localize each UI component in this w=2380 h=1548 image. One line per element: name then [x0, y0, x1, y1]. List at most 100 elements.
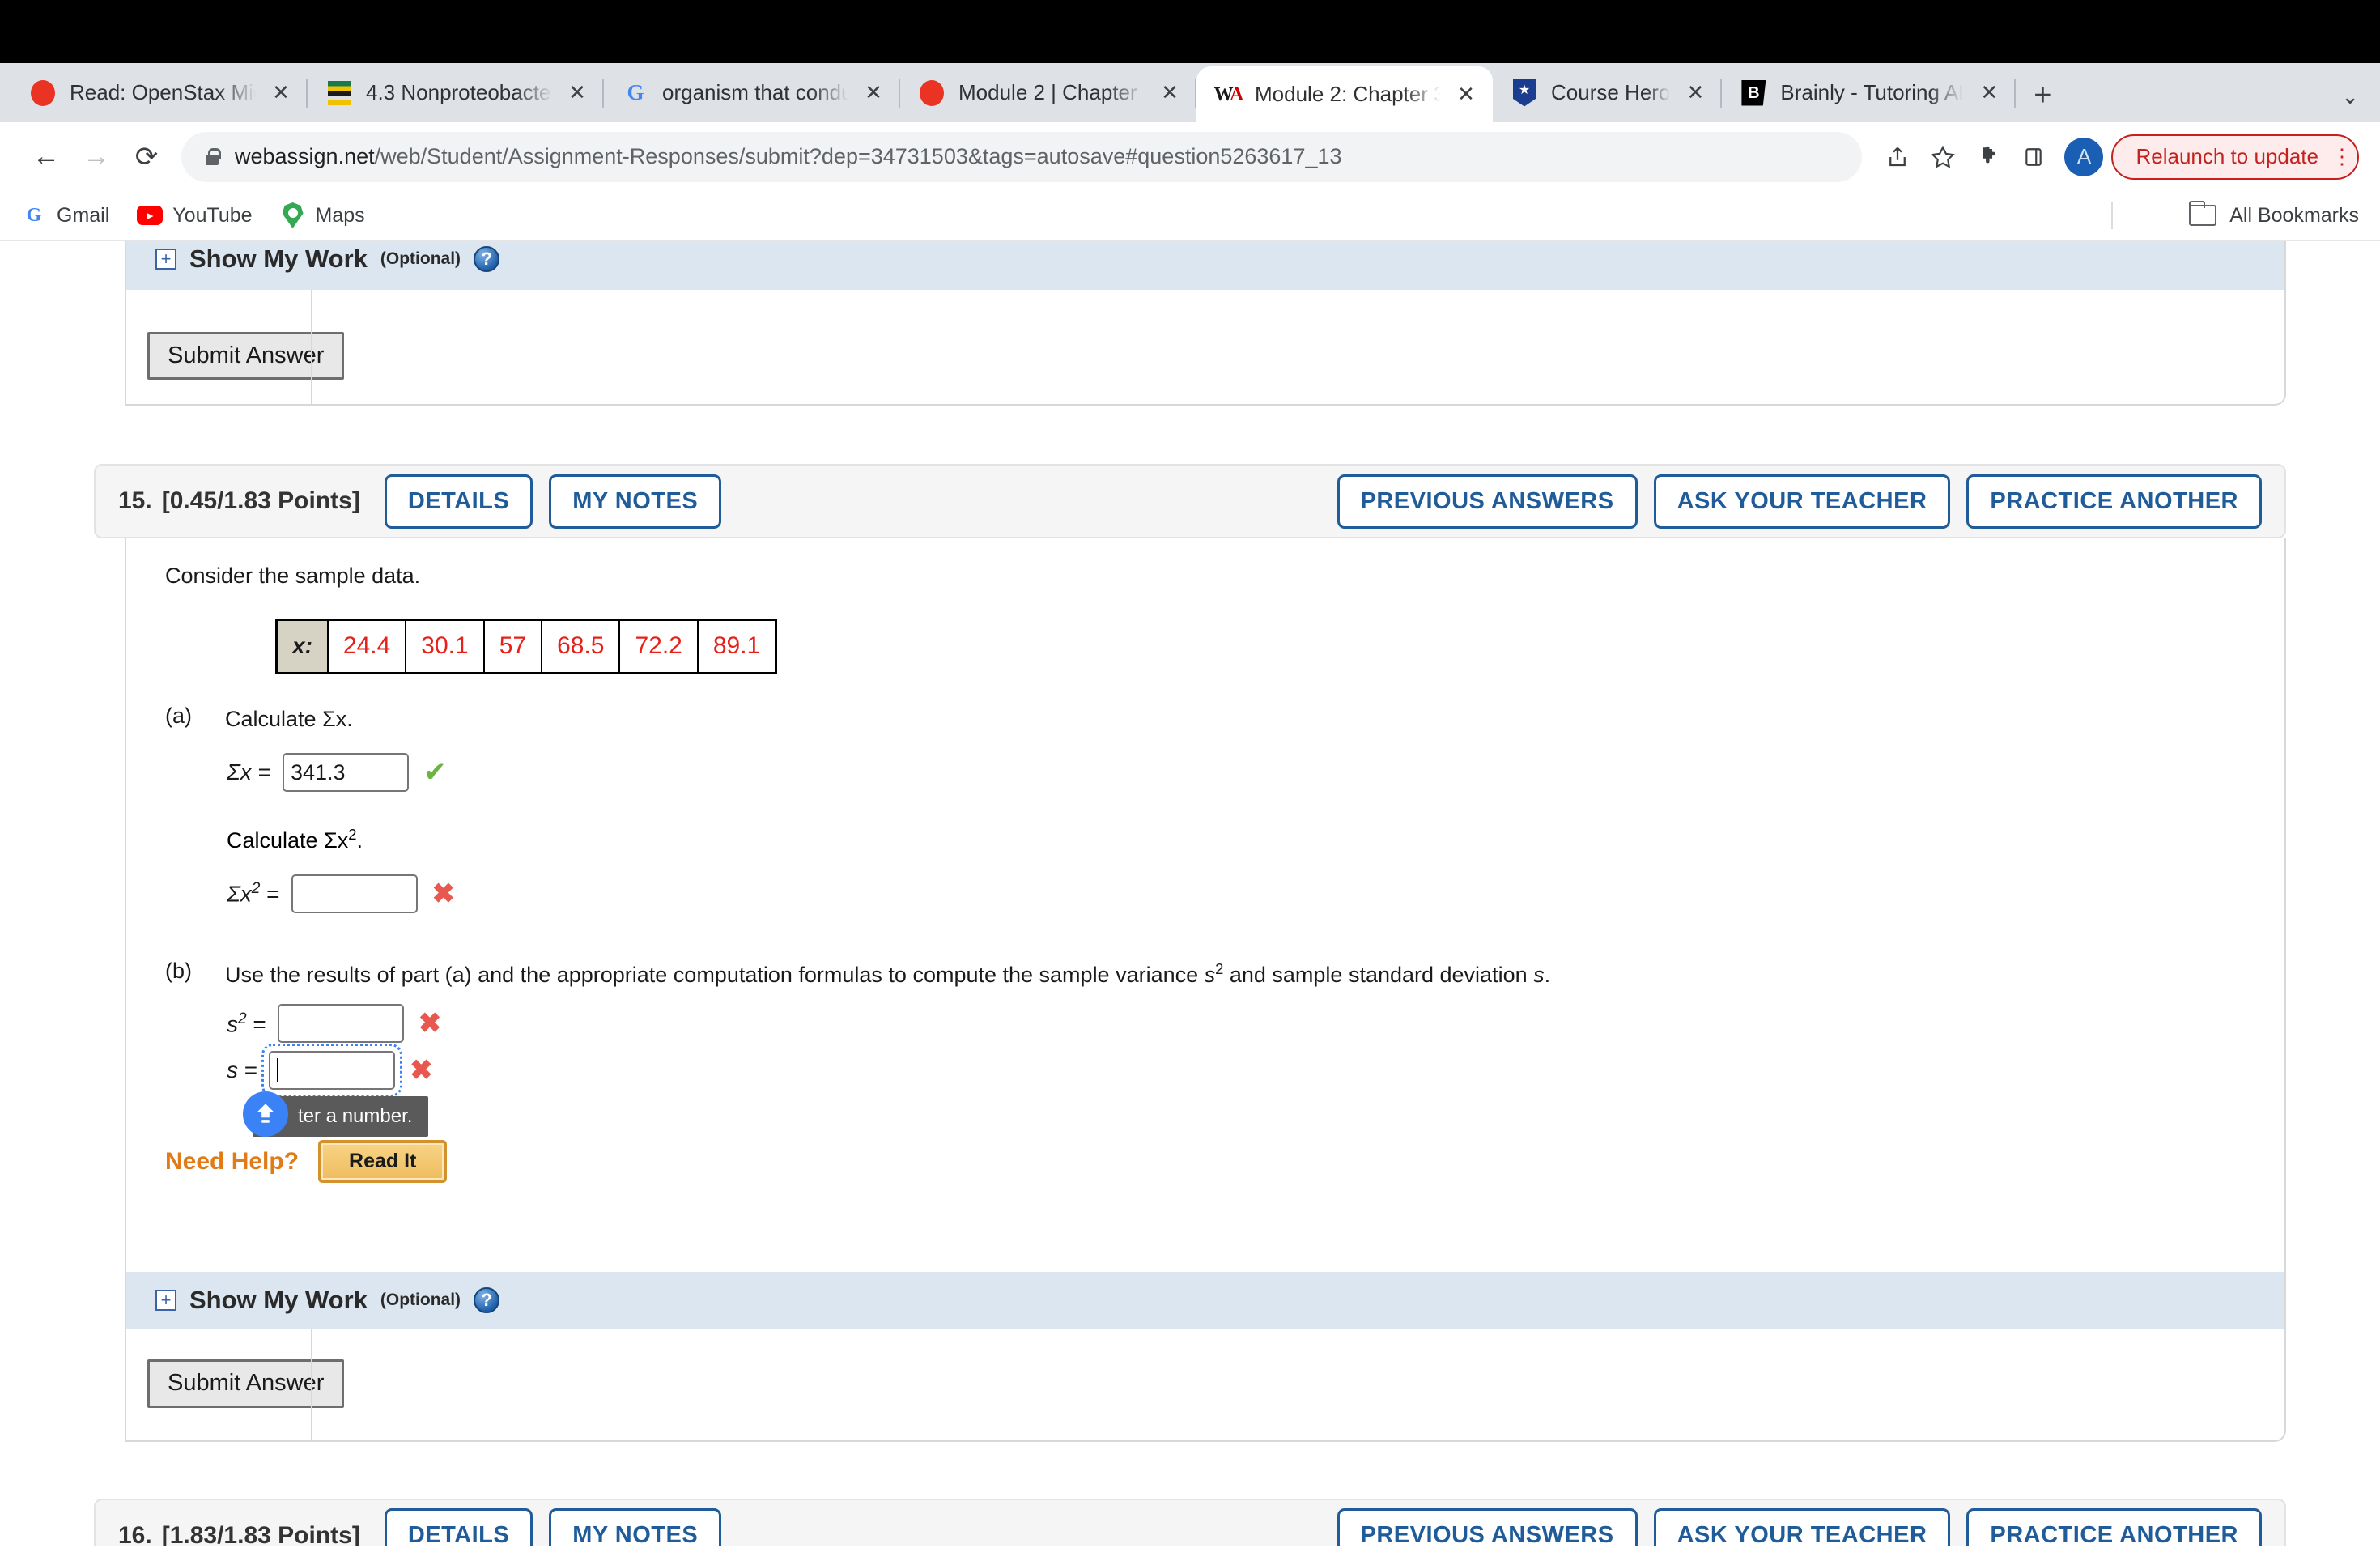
practice-another-button-15[interactable]: PRACTICE ANOTHER [1966, 474, 2262, 529]
sum-x-input[interactable]: 341.3 [282, 752, 409, 792]
openstax-icon [29, 79, 57, 107]
tab-title: Brainly - Tutoring AI [1780, 80, 1965, 104]
expand-icon[interactable]: + [155, 1290, 176, 1312]
tab-title: 4.3 Nonproteobacteria [366, 80, 552, 104]
help-icon[interactable]: ? [474, 1287, 500, 1314]
show-my-work-optional: (Optional) [380, 249, 461, 268]
my-notes-button-16[interactable]: MY NOTES [549, 1508, 722, 1546]
tab-brainly-tutoring-ai[interactable]: B Brainly - Tutoring AI ✕ [1722, 63, 2017, 122]
sum-x-squared-label: Σx2 = [227, 880, 280, 907]
superscript-2: 2 [348, 825, 357, 843]
submit-divider [311, 1329, 312, 1440]
practice-another-button-16[interactable]: PRACTICE ANOTHER [1966, 1508, 2262, 1546]
url-host: webassign.net [235, 144, 375, 168]
tab-separator [2014, 79, 2017, 108]
need-help-label: Need Help? [165, 1147, 300, 1175]
tab-module-2-chapter-3-p-active[interactable]: WA Module 2: Chapter 3 P ✕ [1196, 66, 1493, 122]
equals-sign: = [238, 1057, 258, 1083]
expand-icon[interactable]: + [155, 249, 176, 270]
close-icon[interactable]: ✕ [565, 80, 589, 105]
part-a-text-1: Calculate Σx. [225, 706, 353, 731]
close-icon[interactable]: ✕ [1158, 80, 1182, 105]
s-squared-input[interactable] [277, 1004, 404, 1044]
bookmark-youtube[interactable]: ► YouTube [137, 202, 253, 228]
superscript-2: 2 [238, 1010, 247, 1027]
ask-your-teacher-button-16[interactable]: ASK YOUR TEACHER [1653, 1508, 1951, 1546]
tab-read-openstax-micro[interactable]: Read: OpenStax Micro ✕ [11, 63, 308, 122]
part-a-letter: (a) [165, 703, 192, 728]
sample-data-table: x: 24.4 30.1 57 68.5 72.2 89.1 [275, 618, 778, 674]
share-icon[interactable] [1875, 134, 1920, 180]
bookmarks-bar: G Gmail ► YouTube Maps All Bookmarks [0, 191, 2380, 241]
text-cursor [277, 1058, 279, 1083]
details-button-16[interactable]: DETAILS [384, 1508, 533, 1546]
bookmark-label: YouTube [172, 203, 253, 227]
close-icon[interactable]: ✕ [269, 80, 293, 105]
equals-sign: = [246, 1010, 266, 1036]
question-15-part-b: (b) Use the results of part (a) and the … [165, 959, 2284, 991]
back-arrow-icon[interactable]: ← [21, 132, 71, 182]
sum-x-label: Σx = [227, 759, 271, 785]
table-cell: 30.1 [405, 619, 485, 674]
details-button-15[interactable]: DETAILS [384, 474, 533, 529]
show-my-work-bar-previous[interactable]: + Show My Work (Optional) ? [126, 241, 2284, 290]
bookmark-maps[interactable]: Maps [280, 202, 365, 228]
read-it-button[interactable]: Read It [318, 1140, 448, 1184]
google-icon: G [627, 80, 644, 104]
tab-list-chevron-down-icon[interactable]: ⌄ [2341, 84, 2359, 109]
tab-course-hero[interactable]: ★ Course Hero ✕ [1493, 63, 1723, 122]
address-bar[interactable]: webassign.net/web/Student/Assignment-Res… [181, 131, 1863, 182]
ask-your-teacher-button-15[interactable]: ASK YOUR TEACHER [1653, 474, 1951, 529]
submit-answer-button-previous[interactable]: Submit Answer [147, 332, 345, 381]
all-bookmarks-button[interactable]: All Bookmarks [2189, 201, 2359, 228]
s-label: s = [227, 1057, 257, 1083]
s-squared-label: s2 = [227, 1010, 266, 1037]
tab-module-2-chapter-3[interactable]: Module 2 | Chapter 3 ✕ [900, 63, 1196, 122]
question-15-right-actions: PREVIOUS ANSWERS ASK YOUR TEACHER PRACTI… [1321, 474, 2262, 529]
question-number-label: 16. [118, 1521, 152, 1546]
browser-window: Read: OpenStax Micro ✕ 4.3 Nonproteobact… [0, 0, 2380, 1548]
side-panel-icon[interactable] [2011, 134, 2056, 180]
s-input[interactable] [261, 1044, 403, 1098]
avatar[interactable]: A [2064, 137, 2104, 176]
part-b-letter: (b) [165, 959, 192, 984]
table-cell: 24.4 [326, 619, 407, 674]
previous-answers-button-16[interactable]: PREVIOUS ANSWERS [1337, 1508, 1638, 1546]
reload-icon[interactable]: ⟳ [121, 132, 172, 182]
window-titlebar [0, 0, 2380, 63]
submit-row-15: Submit Answer [125, 1329, 2286, 1442]
close-icon[interactable]: ✕ [1977, 80, 2001, 105]
close-icon[interactable]: ✕ [1683, 80, 1707, 105]
submit-answer-button-15[interactable]: Submit Answer [147, 1359, 345, 1408]
help-icon[interactable]: ? [474, 246, 500, 272]
s-symbol: s [227, 1010, 238, 1036]
bookmarks-divider [2111, 202, 2113, 229]
tab-4-3-nonproteobacteria[interactable]: 4.3 Nonproteobacteria ✕ [308, 63, 604, 122]
tab-organism-that-conduc[interactable]: G organism that conduc ✕ [604, 63, 900, 122]
show-my-work-bar-15[interactable]: + Show My Work (Optional) ? [126, 1272, 2284, 1329]
close-icon[interactable]: ✕ [861, 80, 886, 105]
puzzle-piece-icon[interactable] [1966, 134, 2011, 180]
stddev-symbol: s [1533, 963, 1545, 988]
close-icon[interactable]: ✕ [1454, 82, 1478, 107]
part-b-text-pre: Use the results of part (a) and the appr… [225, 963, 1205, 988]
browser-menu-icon[interactable]: ⋮ [2331, 146, 2352, 167]
sum-x-squared-input[interactable] [291, 874, 418, 914]
url-text: webassign.net/web/Student/Assignment-Res… [235, 144, 1342, 169]
superscript-2: 2 [1215, 960, 1224, 978]
new-tab-button[interactable]: + [2016, 80, 2069, 111]
tab-title: Course Hero [1551, 80, 1671, 104]
relaunch-to-update-button[interactable]: Relaunch to update ⋮ [2111, 134, 2359, 180]
star-icon[interactable] [1920, 134, 1966, 180]
question-card-15: 15. [0.45/1.83 Points] DETAILS MY NOTES P… [94, 464, 2286, 1442]
question-16-number: 16. [1.83/1.83 Points] [118, 1522, 360, 1546]
question-points: [1.83/1.83 Points] [161, 1521, 360, 1546]
part-a-text-2-post: . [356, 827, 363, 853]
question-card-previous: + Show My Work (Optional) ? Submit Answe… [94, 241, 2286, 406]
tab-strip: Read: OpenStax Micro ✕ 4.3 Nonproteobact… [0, 63, 2380, 122]
tab-title: organism that conduc [662, 80, 848, 104]
bookmark-gmail[interactable]: G Gmail [21, 202, 110, 228]
my-notes-button-15[interactable]: MY NOTES [549, 474, 722, 529]
forward-arrow-icon[interactable]: → [71, 132, 121, 182]
previous-answers-button-15[interactable]: PREVIOUS ANSWERS [1337, 474, 1638, 529]
